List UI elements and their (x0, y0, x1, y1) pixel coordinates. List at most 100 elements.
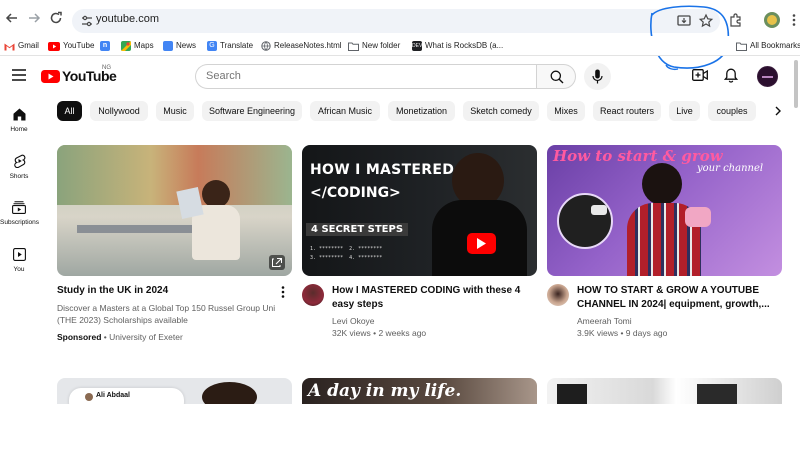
you-icon (12, 248, 26, 261)
microphone-icon (592, 69, 603, 84)
bookmark-n[interactable]: n (100, 39, 110, 53)
channel-name[interactable]: Ameerah Tomi (577, 315, 632, 327)
search-icon (550, 70, 564, 84)
all-bookmarks-button[interactable]: All Bookmarks (736, 39, 800, 53)
search-placeholder: Search (206, 70, 241, 82)
bookmark-gmail[interactable]: Gmail (4, 39, 39, 53)
youtube-logo-icon (41, 69, 60, 83)
chip-react-routers[interactable]: React routers (593, 101, 661, 121)
news-icon (163, 41, 173, 51)
reload-icon[interactable] (48, 10, 64, 26)
thumb-growth-circle (557, 193, 613, 249)
site-info-icon[interactable] (80, 14, 94, 28)
video-thumbnail-1[interactable] (57, 145, 292, 276)
thumb-camera (685, 207, 711, 227)
url-text: youtube.com (96, 13, 159, 25)
play-button-icon[interactable] (467, 233, 496, 254)
bookmark-label: News (176, 41, 197, 50)
bookmark-label: ReleaseNotes.html (274, 41, 342, 50)
channel-avatar-ameerah[interactable] (547, 284, 569, 306)
ad-meta: Sponsored • University of Exeter (57, 332, 183, 342)
bookmark-maps[interactable]: Maps (121, 39, 154, 53)
thumb-name-text: Ali Abdaal (96, 392, 130, 399)
video-thumbnail-2[interactable]: HOW I MASTERED </CODING> 4 SECRET STEPS … (302, 145, 537, 276)
bookmark-label: New folder (362, 41, 401, 50)
bookmark-youtube[interactable]: YouTube (48, 39, 94, 53)
globe-icon (261, 41, 271, 51)
sidebar-item-shorts[interactable]: Shorts (0, 154, 38, 180)
folder-icon (736, 42, 747, 51)
video-thumbnail-6[interactable] (547, 378, 782, 404)
channel-avatar-levi[interactable] (302, 284, 324, 306)
gmail-icon (4, 43, 15, 50)
shorts-icon (13, 154, 25, 168)
bookmark-releasenotes[interactable]: ReleaseNotes.html (261, 39, 342, 53)
sidebar-item-subscriptions[interactable]: Subscriptions (0, 201, 39, 226)
sidebar-item-you[interactable]: You (0, 248, 38, 273)
folder-icon (348, 42, 359, 51)
create-video-icon[interactable] (692, 69, 708, 81)
thumb-dark-shape (697, 384, 737, 404)
account-avatar[interactable] (757, 66, 778, 87)
dev-icon: DEV (412, 41, 423, 51)
bookmark-label: YouTube (63, 41, 95, 50)
chip-monetization[interactable]: Monetization (388, 101, 455, 121)
youtube-icon (48, 41, 60, 51)
ad-description: Discover a Masters at a Global Top 150 R… (57, 303, 276, 325)
chip-live[interactable]: Live (669, 101, 700, 121)
forward-icon[interactable] (26, 10, 42, 26)
video-stats: 32K views • 2 weeks ago (332, 328, 427, 338)
page-scrollbar[interactable] (794, 60, 798, 108)
thumb-steps-list: 1. ******** 2. ******** 3. ******** 4. **… (310, 246, 383, 261)
video-thumbnail-4[interactable]: Ali Abdaal (57, 378, 292, 404)
chip-african-music[interactable]: African Music (310, 101, 380, 121)
sponsored-badge: Sponsored (57, 332, 102, 342)
thumb-subtitle-text: your channel (697, 163, 764, 174)
notifications-bell-icon[interactable] (724, 68, 738, 83)
sidebar-label: Home (10, 126, 28, 133)
chip-sketch-comedy[interactable]: Sketch comedy (463, 101, 539, 121)
subscriptions-icon (12, 201, 26, 214)
bookmark-rocksdb[interactable]: DEV What is RocksDB (a... (412, 39, 503, 53)
external-link-icon[interactable] (269, 255, 285, 270)
profile-avatar[interactable] (764, 12, 780, 28)
n-app-icon: n (100, 41, 110, 51)
video-title-2[interactable]: How I MASTERED CODING with these 4 easy … (332, 284, 532, 312)
sidebar-item-home[interactable]: Home (0, 108, 38, 133)
chevron-right-icon[interactable] (773, 106, 783, 116)
browser-menu-icon[interactable] (786, 12, 800, 28)
region-code: NG (102, 65, 111, 71)
thumb-presenter-hair (642, 163, 682, 205)
back-icon[interactable] (4, 10, 20, 26)
bookmark-translate[interactable]: G Translate (207, 39, 253, 53)
chip-mixes[interactable]: Mixes (547, 101, 585, 121)
bookmark-news[interactable]: News (163, 39, 196, 53)
video-thumbnail-5[interactable]: A day in my life. (302, 378, 537, 404)
address-bar[interactable]: youtube.com (72, 9, 720, 33)
thumb-foliage (57, 145, 292, 205)
search-button[interactable] (536, 64, 576, 89)
thumb-dark-shape (557, 384, 587, 404)
thumb-title-text: A day in my life. (308, 381, 462, 401)
thumb-name-card: Ali Abdaal (69, 388, 184, 404)
more-options-icon[interactable] (281, 286, 285, 298)
thumb-person-head (202, 180, 230, 208)
thumb-title-text: HOW I MASTERED (310, 162, 455, 178)
thumb-mini-avatar (85, 393, 93, 401)
bookmark-new-folder[interactable]: New folder (348, 39, 400, 53)
chip-couples[interactable]: couples (708, 101, 756, 121)
video-title-1[interactable]: Study in the UK in 2024 (57, 284, 267, 298)
search-input[interactable]: Search (195, 64, 536, 89)
advertiser-name[interactable]: University of Exeter (109, 332, 183, 342)
chip-software-engineering[interactable]: Software Engineering (202, 101, 302, 121)
chip-music[interactable]: Music (156, 101, 194, 121)
chip-nollywood[interactable]: Nollywood (90, 101, 148, 121)
chip-all[interactable]: All (57, 101, 82, 121)
video-title-3[interactable]: HOW TO START & GROW A YOUTUBE CHANNEL IN… (577, 284, 777, 312)
bookmark-label: Translate (220, 41, 254, 50)
channel-name[interactable]: Levi Okoye (332, 315, 375, 327)
video-stats: 3.9K views • 9 days ago (577, 328, 668, 338)
hamburger-menu-icon[interactable] (12, 69, 26, 81)
voice-search-button[interactable] (584, 63, 611, 90)
video-thumbnail-3[interactable]: How to start & grow your channel (547, 145, 782, 276)
